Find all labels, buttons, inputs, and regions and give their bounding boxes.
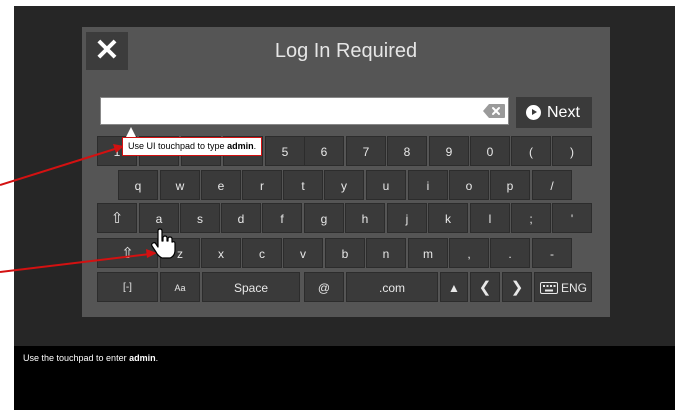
key-t[interactable]: t: [283, 170, 323, 200]
key-slash[interactable]: /: [532, 170, 572, 200]
key-semicolon[interactable]: ;: [511, 203, 551, 233]
key-9[interactable]: 9: [429, 136, 469, 166]
key-y[interactable]: y: [324, 170, 364, 200]
key-j[interactable]: j: [387, 203, 427, 233]
key-s[interactable]: s: [180, 203, 220, 233]
chevron-right-icon: ❯: [510, 279, 524, 296]
key-dot-com[interactable]: .com: [346, 272, 438, 302]
key-hyphen[interactable]: -: [532, 238, 572, 268]
key-shift[interactable]: ⇧: [97, 238, 158, 268]
key-open-paren[interactable]: (: [511, 136, 551, 166]
key-apostrophe[interactable]: ': [552, 203, 592, 233]
key-right[interactable]: ❯: [502, 272, 532, 302]
instruction-caption: Use the touchpad to enter admin.: [14, 346, 675, 410]
key-k[interactable]: k: [428, 203, 468, 233]
caps-lock-icon: ⇧: [110, 210, 124, 227]
instruction-tooltip: Use UI touchpad to type admin.: [122, 137, 263, 156]
bracket-dash-icon: [-]: [123, 282, 132, 293]
close-icon: ✕: [94, 34, 120, 67]
arrow-right-circle-icon: [526, 105, 541, 120]
backspace-icon[interactable]: [482, 103, 506, 119]
key-up[interactable]: ▲: [440, 272, 468, 302]
text-case-icon: Aa: [174, 283, 186, 293]
key-6[interactable]: 6: [304, 136, 344, 166]
key-z[interactable]: z: [160, 238, 200, 268]
key-p[interactable]: p: [490, 170, 530, 200]
key-v[interactable]: v: [283, 238, 323, 268]
key-n[interactable]: n: [366, 238, 406, 268]
key-8[interactable]: 8: [387, 136, 427, 166]
dialog-title: Log In Required: [274, 40, 418, 62]
close-button[interactable]: ✕: [86, 32, 128, 70]
key-u[interactable]: u: [366, 170, 406, 200]
key-i[interactable]: i: [408, 170, 448, 200]
key-0[interactable]: 0: [470, 136, 510, 166]
key-l[interactable]: l: [470, 203, 510, 233]
key-at[interactable]: @: [304, 272, 344, 302]
key-caps-lock[interactable]: ⇧: [97, 203, 137, 233]
key-o[interactable]: o: [449, 170, 489, 200]
key-space[interactable]: Space: [202, 272, 300, 302]
key-d[interactable]: d: [221, 203, 261, 233]
key-f[interactable]: f: [262, 203, 302, 233]
key-comma[interactable]: ,: [449, 238, 489, 268]
key-close-paren[interactable]: ): [552, 136, 592, 166]
key-x[interactable]: x: [201, 238, 241, 268]
key-5[interactable]: 5: [265, 136, 305, 166]
key-m[interactable]: m: [408, 238, 448, 268]
key-language[interactable]: ENG: [534, 272, 592, 302]
keyboard-icon: [540, 282, 558, 294]
key-g[interactable]: g: [304, 203, 344, 233]
key-special[interactable]: [-]: [97, 272, 158, 302]
login-input[interactable]: [100, 97, 509, 125]
chevron-left-icon: ❮: [478, 279, 492, 296]
key-r[interactable]: r: [242, 170, 282, 200]
key-h[interactable]: h: [345, 203, 385, 233]
key-w[interactable]: w: [160, 170, 200, 200]
key-e[interactable]: e: [201, 170, 241, 200]
arrow-up-icon: ▲: [448, 281, 460, 295]
next-label: Next: [547, 104, 580, 121]
key-7[interactable]: 7: [346, 136, 386, 166]
key-a[interactable]: a: [139, 203, 179, 233]
tooltip-pointer: [126, 127, 136, 137]
key-c[interactable]: c: [242, 238, 282, 268]
key-q[interactable]: q: [118, 170, 158, 200]
caption-text: Use the touchpad to enter admin.: [23, 353, 159, 363]
key-b[interactable]: b: [325, 238, 365, 268]
key-period[interactable]: .: [490, 238, 530, 268]
shift-icon: ⇧: [121, 245, 134, 262]
key-case-toggle[interactable]: Aa: [160, 272, 200, 302]
next-button[interactable]: Next: [516, 97, 592, 128]
key-left[interactable]: ❮: [470, 272, 500, 302]
